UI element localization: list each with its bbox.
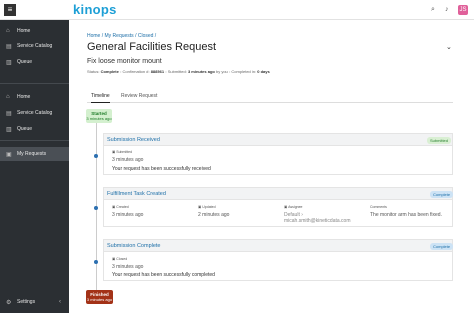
- card-title[interactable]: Submission Received: [107, 137, 160, 143]
- sidebar-item-label: Queue: [17, 126, 33, 132]
- timeline-dot: [94, 260, 98, 264]
- timeline-card-fulfillment-task: Fulfillment Task Created Complete ▣ Crea…: [103, 187, 454, 227]
- status-badge: Complete: [430, 191, 454, 198]
- card-header: Submission Complete Complete: [104, 240, 454, 252]
- queue-icon: ▥: [6, 60, 12, 66]
- sidebar-item-label: Home: [17, 94, 31, 100]
- completed-value: 0 days: [257, 69, 270, 74]
- finished-badge: Finished 3 minutes ago: [86, 290, 113, 304]
- comments-label: Comments: [370, 205, 387, 209]
- bell-icon[interactable]: ♪: [445, 6, 449, 13]
- status-value: Complete: [100, 69, 119, 74]
- collapse-sidebar-icon[interactable]: ‹: [59, 299, 61, 305]
- updated-label: ▣ Updated: [198, 205, 216, 209]
- sidebar-item-label: My Requests: [17, 151, 47, 157]
- requests-icon: ▣: [6, 152, 12, 158]
- card-message: Your request has been successfully recei…: [112, 166, 211, 172]
- confirmation-label: Confirmation #:: [122, 69, 150, 74]
- tab-bar: Timeline Review Request: [87, 91, 453, 103]
- sidebar-item-label: Home: [17, 28, 31, 34]
- sidebar-item-label: Queue: [17, 59, 33, 65]
- submitted-label: Submitted:: [167, 69, 187, 74]
- menu-icon[interactable]: ≡: [4, 4, 16, 16]
- sidebar-item-home[interactable]: ⌂ Home: [0, 90, 69, 104]
- created-label: ▣ Created: [112, 205, 129, 209]
- confirmation-value: 888561: [150, 69, 165, 74]
- finished-time: 3 minutes ago: [86, 297, 113, 302]
- sidebar-divider: [0, 140, 69, 141]
- card-title[interactable]: Fulfillment Task Created: [107, 191, 166, 197]
- updated-value: 2 minutes ago: [198, 212, 230, 218]
- sidebar-divider: [0, 83, 69, 84]
- app-logo[interactable]: kinops: [73, 2, 117, 17]
- chevron-down-icon[interactable]: ⌄: [446, 43, 452, 51]
- request-subtitle: Fix loose monitor mount: [87, 58, 162, 65]
- card-message: Your request has been successfully compl…: [112, 272, 215, 278]
- sidebar-item-service-catalog[interactable]: ▤ Service Catalog: [0, 106, 69, 120]
- timeline-dot: [94, 154, 98, 158]
- tab-review-request[interactable]: Review Request: [121, 93, 157, 99]
- search-icon[interactable]: ⌕: [431, 6, 435, 14]
- field-label: ▣ Closed: [112, 257, 128, 261]
- field-value: 3 minutes ago: [112, 264, 144, 270]
- request-meta: Status: Complete • Confirmation #: 88856…: [87, 69, 270, 74]
- sidebar-item-home[interactable]: ⌂ Home: [0, 24, 69, 38]
- gear-icon: ⚙: [6, 300, 12, 306]
- tab-timeline[interactable]: Timeline: [91, 93, 110, 103]
- sidebar-item-label: Service Catalog: [17, 110, 53, 116]
- sidebar-item-label: Settings: [17, 299, 36, 305]
- sidebar: ⌂ Home ▤ Service Catalog ▥ Queue ⌂ Home …: [0, 20, 69, 313]
- sidebar-item-my-requests[interactable]: ▣ My Requests: [0, 147, 69, 161]
- avatar[interactable]: JS: [458, 5, 468, 15]
- home-icon: ⌂: [6, 28, 10, 34]
- submitted-value: 3 minutes ago: [187, 69, 215, 74]
- home-icon: ⌂: [6, 94, 10, 100]
- status-label: Status:: [87, 69, 100, 74]
- started-badge: Started 3 minutes ago: [86, 109, 112, 123]
- page-title: General Facilities Request: [87, 41, 217, 53]
- started-time: 3 minutes ago: [86, 116, 112, 121]
- sidebar-item-service-catalog[interactable]: ▤ Service Catalog: [0, 39, 69, 53]
- completed-label: Completed in:: [231, 69, 257, 74]
- field-label: ▣ Submitted: [112, 150, 133, 154]
- timeline-card-submission-received: Submission Received Submitted ▣ Submitte…: [103, 133, 453, 175]
- status-badge: Complete: [430, 243, 454, 250]
- comments-value: The monitor arm has been fixed.: [370, 212, 442, 218]
- queue-icon: ▥: [6, 127, 12, 133]
- created-value: 3 minutes ago: [112, 212, 144, 218]
- timeline-card-submission-complete: Submission Complete Complete ▣ Closed 3 …: [103, 239, 454, 281]
- assignee-label: ▣ Assignee: [284, 205, 303, 209]
- field-value: 3 minutes ago: [112, 157, 144, 163]
- timeline-dot: [94, 206, 98, 210]
- sidebar-item-queue[interactable]: ▥ Queue: [0, 122, 69, 136]
- catalog-icon: ▤: [6, 111, 12, 117]
- top-bar: ≡ kinops ⌕ ♪ JS: [0, 0, 474, 20]
- card-title[interactable]: Submission Complete: [107, 243, 161, 249]
- status-badge: Submitted: [427, 137, 452, 144]
- breadcrumb[interactable]: Home / My Requests / Closed /: [87, 33, 156, 39]
- catalog-icon: ▤: [6, 44, 12, 50]
- sidebar-item-queue[interactable]: ▥ Queue: [0, 55, 69, 69]
- sidebar-item-label: Service Catalog: [17, 43, 53, 49]
- card-header: Submission Received Submitted: [104, 134, 452, 146]
- assignee-email: micah.smith@kineticdata.com: [284, 218, 351, 224]
- submitted-by: by you: [215, 69, 228, 74]
- card-header: Fulfillment Task Created Complete: [104, 188, 454, 200]
